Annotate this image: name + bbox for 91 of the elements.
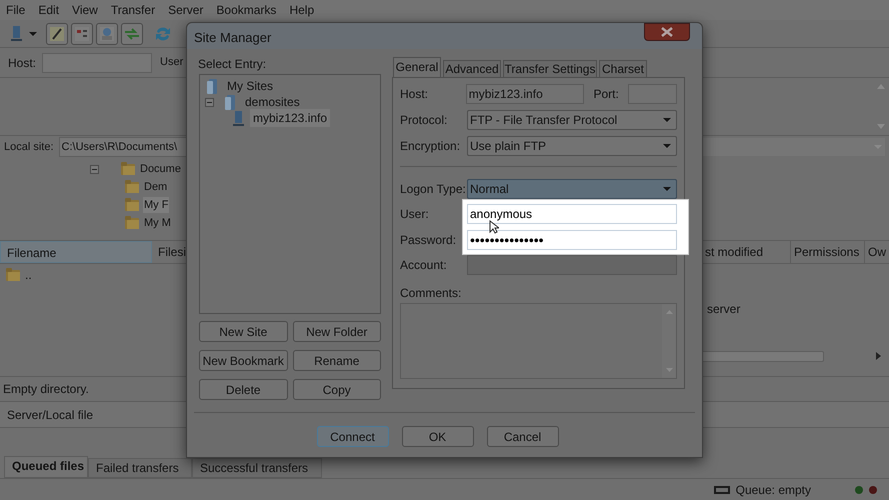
cursor-icon bbox=[489, 220, 499, 234]
field-label: Logon Type: bbox=[400, 181, 467, 198]
button[interactable]: New Site bbox=[199, 321, 288, 342]
menu-item[interactable]: Server bbox=[168, 1, 204, 19]
caret-icon bbox=[663, 118, 671, 122]
window-title: Site Manager bbox=[194, 29, 272, 47]
username-label: User bbox=[160, 55, 184, 70]
field-label: Host: bbox=[400, 86, 430, 103]
button[interactable]: New Bookmark bbox=[199, 350, 288, 371]
tab[interactable]: General bbox=[393, 57, 441, 77]
host-label: Host: bbox=[8, 54, 36, 72]
tree-item[interactable]: Dem bbox=[143, 178, 168, 196]
menu-item[interactable]: Bookmarks bbox=[216, 1, 276, 19]
field-label: User: bbox=[400, 206, 430, 223]
status-light-icon bbox=[869, 486, 877, 494]
file-name[interactable]: .. bbox=[25, 266, 32, 284]
speed-limit-icon bbox=[714, 486, 730, 494]
scrollbar[interactable] bbox=[662, 304, 676, 378]
log-icon[interactable] bbox=[46, 22, 68, 44]
button[interactable]: New Folder bbox=[292, 321, 381, 342]
dropdown[interactable]: Normal bbox=[467, 179, 677, 199]
site-tree[interactable]: My Sites demosites mybiz123.info bbox=[199, 74, 381, 314]
tab[interactable]: Queued files bbox=[4, 456, 88, 478]
transfer-queue-icon[interactable] bbox=[121, 22, 143, 44]
button[interactable]: Rename bbox=[292, 350, 381, 371]
menu-item[interactable]: Edit bbox=[38, 1, 60, 19]
scroll-up-icon bbox=[876, 84, 884, 89]
tree-item[interactable]: demosites bbox=[242, 93, 303, 111]
folder-icon bbox=[5, 267, 21, 283]
host-field[interactable] bbox=[42, 52, 152, 72]
folder-icon bbox=[124, 215, 140, 231]
menu-item[interactable]: Help bbox=[289, 1, 314, 19]
scroll-right-icon bbox=[876, 352, 881, 360]
tree-item[interactable]: mybiz123.info bbox=[250, 109, 330, 127]
status-message: server bbox=[707, 301, 742, 318]
scroll-down-icon bbox=[876, 124, 884, 129]
menu-item[interactable]: View bbox=[72, 1, 98, 19]
comments-field[interactable] bbox=[400, 303, 677, 379]
tree-item[interactable]: My F bbox=[143, 196, 170, 214]
column-header[interactable]: Server/Local file bbox=[7, 406, 94, 424]
button[interactable]: Connect bbox=[316, 426, 388, 447]
dropdown[interactable]: Use plain FTP bbox=[467, 136, 677, 156]
input-field[interactable]: anonymous bbox=[467, 204, 677, 224]
button[interactable]: Delete bbox=[199, 379, 288, 400]
column-header[interactable]: Ow bbox=[864, 241, 889, 263]
caret-icon bbox=[663, 187, 671, 191]
folder-icon bbox=[120, 161, 136, 177]
menu-item[interactable]: Transfer bbox=[110, 1, 156, 19]
field-label: Encryption: bbox=[400, 138, 462, 155]
folder-icon bbox=[124, 179, 140, 195]
dropdown[interactable]: FTP - File Transfer Protocol bbox=[467, 110, 677, 130]
local-site-label: Local site: bbox=[3, 140, 55, 155]
tab[interactable]: Successful transfers bbox=[192, 458, 322, 478]
tab[interactable]: Advanced bbox=[443, 60, 501, 77]
button[interactable]: Copy bbox=[292, 379, 381, 400]
field-label: Account: bbox=[400, 257, 448, 274]
refresh-icon[interactable] bbox=[154, 24, 172, 42]
caret-icon bbox=[663, 144, 671, 148]
status-text: Empty directory. bbox=[3, 381, 89, 398]
caret-icon[interactable] bbox=[29, 32, 37, 36]
tab[interactable]: Transfer Settings bbox=[503, 60, 597, 77]
column-header[interactable]: st modified bbox=[705, 241, 790, 263]
dropdown-value: Use plain FTP bbox=[470, 138, 546, 155]
close-icon bbox=[661, 27, 673, 37]
tree-item[interactable]: Docume bbox=[140, 160, 181, 178]
dropdown-value: Normal bbox=[470, 181, 509, 198]
field-label: Comments: bbox=[400, 286, 462, 300]
tree-icon[interactable] bbox=[71, 22, 93, 44]
button[interactable]: OK bbox=[402, 426, 474, 447]
input-field[interactable]: ••••••••••••••• bbox=[467, 230, 677, 250]
button[interactable]: Cancel bbox=[486, 426, 558, 447]
column-header[interactable]: Filename bbox=[0, 241, 152, 263]
menu-item[interactable]: File bbox=[6, 1, 26, 19]
field-label: Select Entry: bbox=[198, 58, 268, 71]
column-header[interactable]: Permissions bbox=[790, 241, 864, 263]
close-button[interactable] bbox=[644, 23, 690, 41]
folder-icon bbox=[124, 197, 140, 213]
field-label: Protocol: bbox=[400, 112, 448, 129]
dropdown-value: FTP - File Transfer Protocol bbox=[470, 112, 618, 129]
tab[interactable]: Failed transfers bbox=[88, 458, 192, 478]
input-field[interactable] bbox=[628, 84, 677, 104]
field-label: Port: bbox=[594, 86, 619, 103]
tab[interactable]: Charset bbox=[599, 60, 647, 77]
queue-status: Queue: empty bbox=[736, 482, 811, 498]
server-icon bbox=[231, 110, 247, 126]
field-label: Password: bbox=[400, 232, 458, 249]
remote-tree-icon[interactable] bbox=[96, 22, 118, 44]
input-field[interactable]: mybiz123.info bbox=[466, 84, 584, 104]
tree-item[interactable]: My Sites bbox=[224, 77, 276, 95]
tree-item[interactable]: My M bbox=[143, 214, 172, 232]
status-light-icon bbox=[855, 486, 863, 494]
